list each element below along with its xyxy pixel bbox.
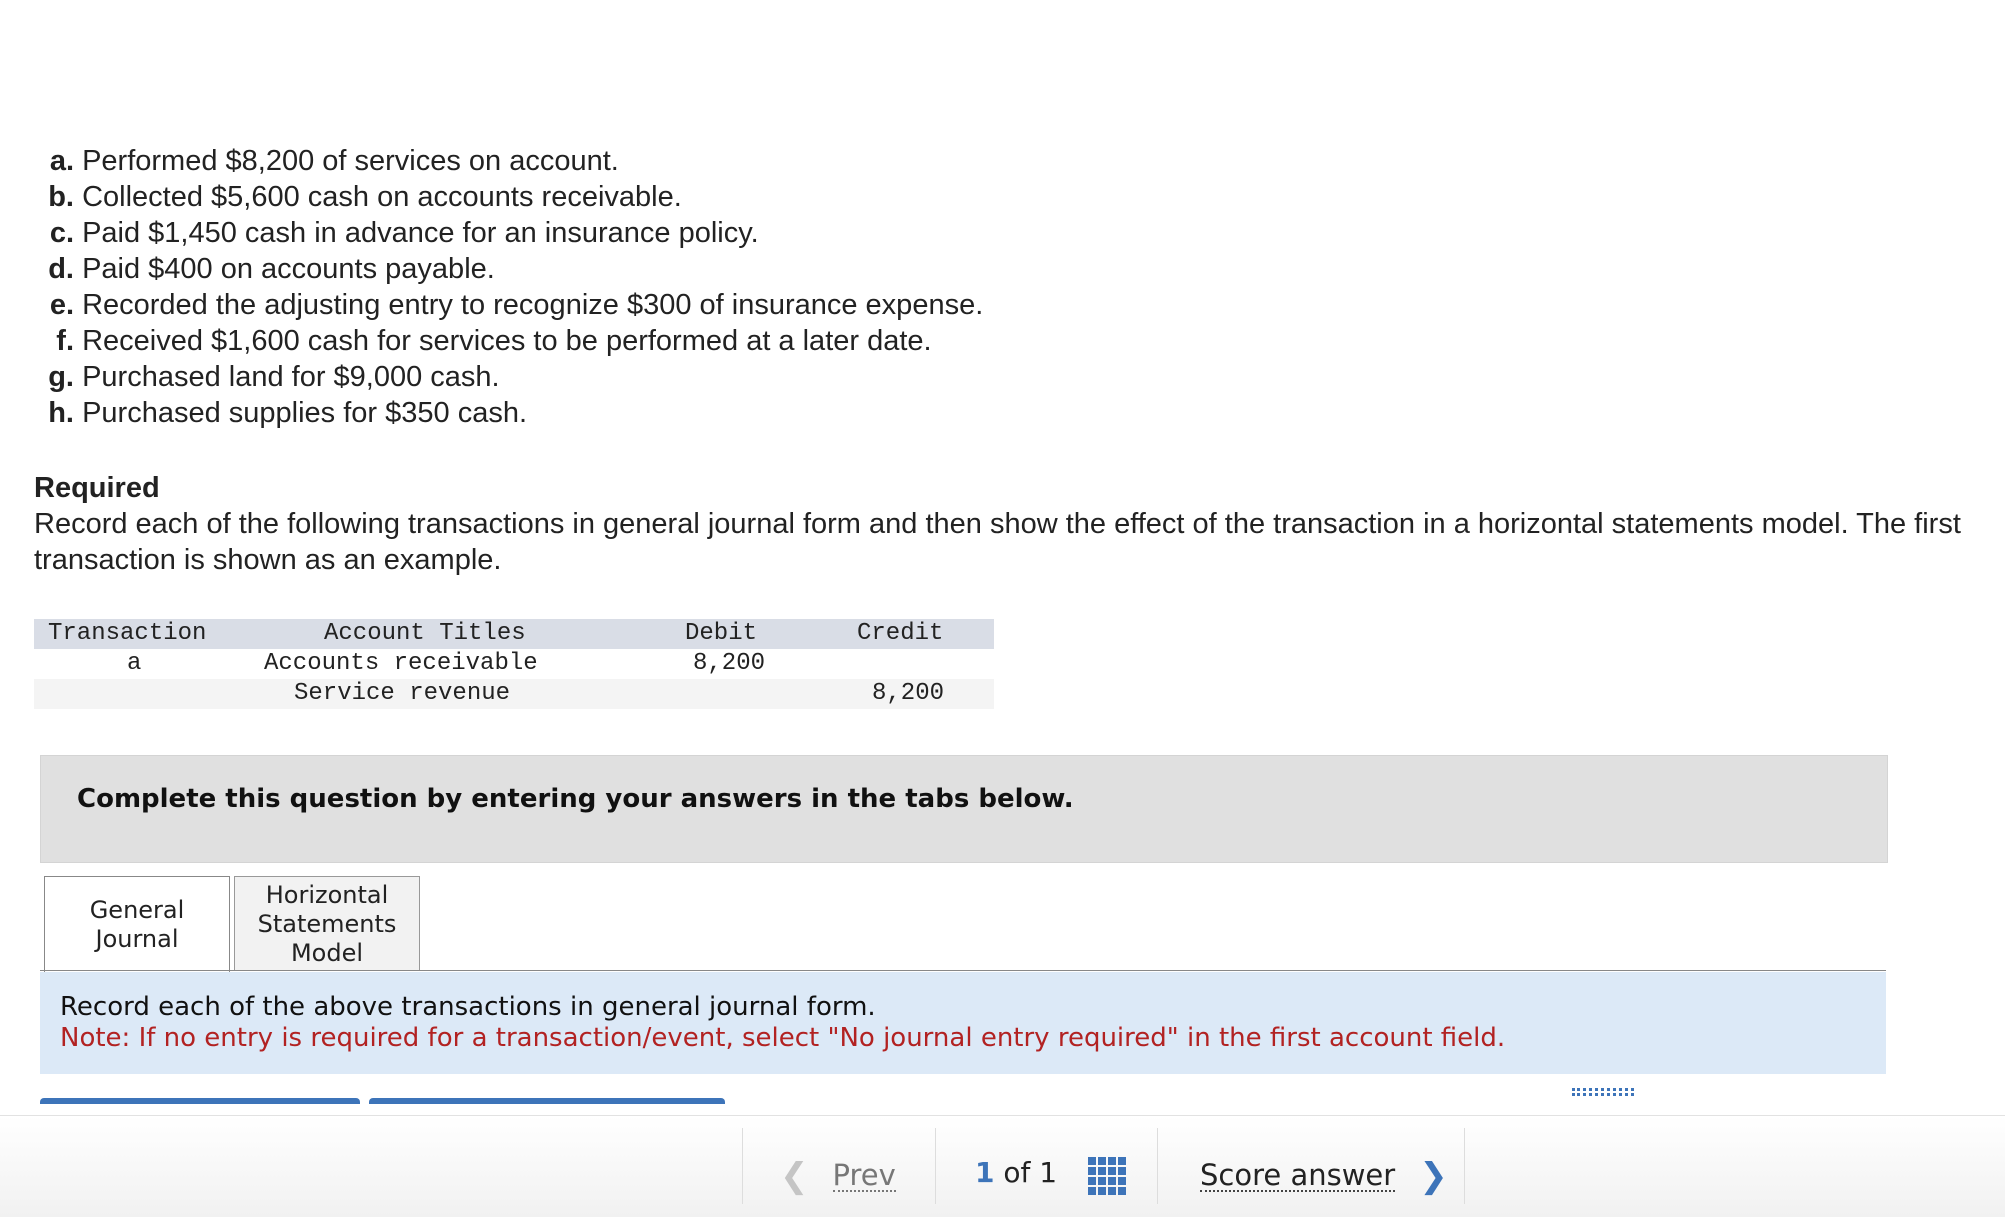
prev-button[interactable]: ❮ Prev <box>780 1156 896 1196</box>
instruction-banner: Complete this question by entering your … <box>40 755 1888 863</box>
transaction-letter: g. <box>48 361 74 393</box>
transaction-item: f. Received $1,600 cash for services to … <box>39 323 983 359</box>
transaction-text: Performed $8,200 of services on account. <box>82 145 619 177</box>
tab-label: General Journal <box>89 896 185 953</box>
question-grid-icon[interactable] <box>1088 1157 1126 1195</box>
tab-instructions-panel: Record each of the above transactions in… <box>40 972 1886 1074</box>
tab-label: Horizontal Statements Model <box>257 880 397 967</box>
tab-instruction-text: Record each of the above transactions in… <box>60 992 876 1022</box>
nav-divider <box>935 1128 936 1204</box>
tab-general-journal[interactable]: General Journal <box>44 876 230 973</box>
transaction-text: Recorded the adjusting entry to recogniz… <box>82 289 984 321</box>
chevron-left-icon: ❮ <box>780 1156 809 1196</box>
more-dots-icon[interactable] <box>1572 1088 1634 1096</box>
table-row: a Accounts receivable 8,200 <box>34 649 994 679</box>
nav-divider <box>1157 1128 1158 1204</box>
transaction-item: e. Recorded the adjusting entry to recog… <box>39 287 983 323</box>
transaction-item: a. Performed $8,200 of services on accou… <box>39 143 983 179</box>
transaction-text: Paid $400 on accounts payable. <box>82 253 495 285</box>
transaction-letter: e. <box>49 289 74 321</box>
page-total: 1 <box>1039 1156 1058 1189</box>
score-answer-button[interactable]: Score answer ❯ <box>1200 1156 1448 1196</box>
page-indicator: 1 of 1 <box>975 1156 1057 1189</box>
transaction-item: b. Collected $5,600 cash on accounts rec… <box>39 179 983 215</box>
transaction-item: h. Purchased supplies for $350 cash. <box>39 395 983 431</box>
required-heading: Required <box>34 472 160 504</box>
required-tab-button[interactable] <box>369 1098 725 1104</box>
nav-divider <box>1464 1128 1465 1204</box>
transaction-letter: f. <box>56 325 74 357</box>
transaction-text: Purchased land for $9,000 cash. <box>82 361 500 393</box>
header-account-titles: Account Titles <box>324 620 526 647</box>
bottom-navigation: ❮ Prev 1 of 1 Score answer ❯ <box>0 1115 2005 1217</box>
table-row: Service revenue 8,200 <box>34 679 994 709</box>
transaction-text: Purchased supplies for $350 cash. <box>82 397 528 429</box>
required-section: Required Record each of the following tr… <box>34 470 1964 578</box>
required-text: Record each of the following transaction… <box>34 508 1961 576</box>
transaction-letter: b. <box>48 181 74 213</box>
prev-label: Prev <box>832 1158 896 1192</box>
transaction-item: g. Purchased land for $9,000 cash. <box>39 359 983 395</box>
header-credit: Credit <box>857 620 944 647</box>
transaction-letter: h. <box>48 397 74 429</box>
cell-debit: 8,200 <box>693 650 766 677</box>
tab-note-text: Note: If no entry is required for a tran… <box>60 1023 1506 1053</box>
tab-divider <box>40 970 1886 971</box>
instruction-text: Complete this question by entering your … <box>77 784 1074 814</box>
cell-account: Accounts receivable <box>264 650 538 677</box>
score-answer-label: Score answer <box>1200 1158 1396 1192</box>
transaction-letter: d. <box>48 253 74 285</box>
tab-horizontal-statements-model[interactable]: Horizontal Statements Model <box>234 876 420 971</box>
transaction-list: a. Performed $8,200 of services on accou… <box>39 143 983 431</box>
required-tab-button[interactable] <box>40 1098 360 1104</box>
transaction-item: c. Paid $1,450 cash in advance for an in… <box>39 215 983 251</box>
transaction-text: Paid $1,450 cash in advance for an insur… <box>82 217 759 249</box>
page-current: 1 <box>975 1156 995 1189</box>
transaction-letter: a. <box>49 145 74 177</box>
nav-divider <box>742 1128 743 1204</box>
cell-account: Service revenue <box>294 680 511 707</box>
page-of: of <box>1003 1156 1031 1189</box>
chevron-right-icon: ❯ <box>1419 1156 1448 1196</box>
transaction-text: Collected $5,600 cash on accounts receiv… <box>82 181 682 213</box>
header-debit: Debit <box>685 620 758 647</box>
transaction-letter: c. <box>49 217 74 249</box>
transaction-item: d. Paid $400 on accounts payable. <box>39 251 983 287</box>
table-header-row: Transaction Account Titles Debit Credit <box>34 619 994 649</box>
header-transaction: Transaction <box>48 620 207 647</box>
cell-credit: 8,200 <box>872 680 945 707</box>
cell-transaction: a <box>127 650 142 677</box>
transaction-text: Received $1,600 cash for services to be … <box>82 325 932 357</box>
example-journal-table: Transaction Account Titles Debit Credit … <box>34 619 994 709</box>
